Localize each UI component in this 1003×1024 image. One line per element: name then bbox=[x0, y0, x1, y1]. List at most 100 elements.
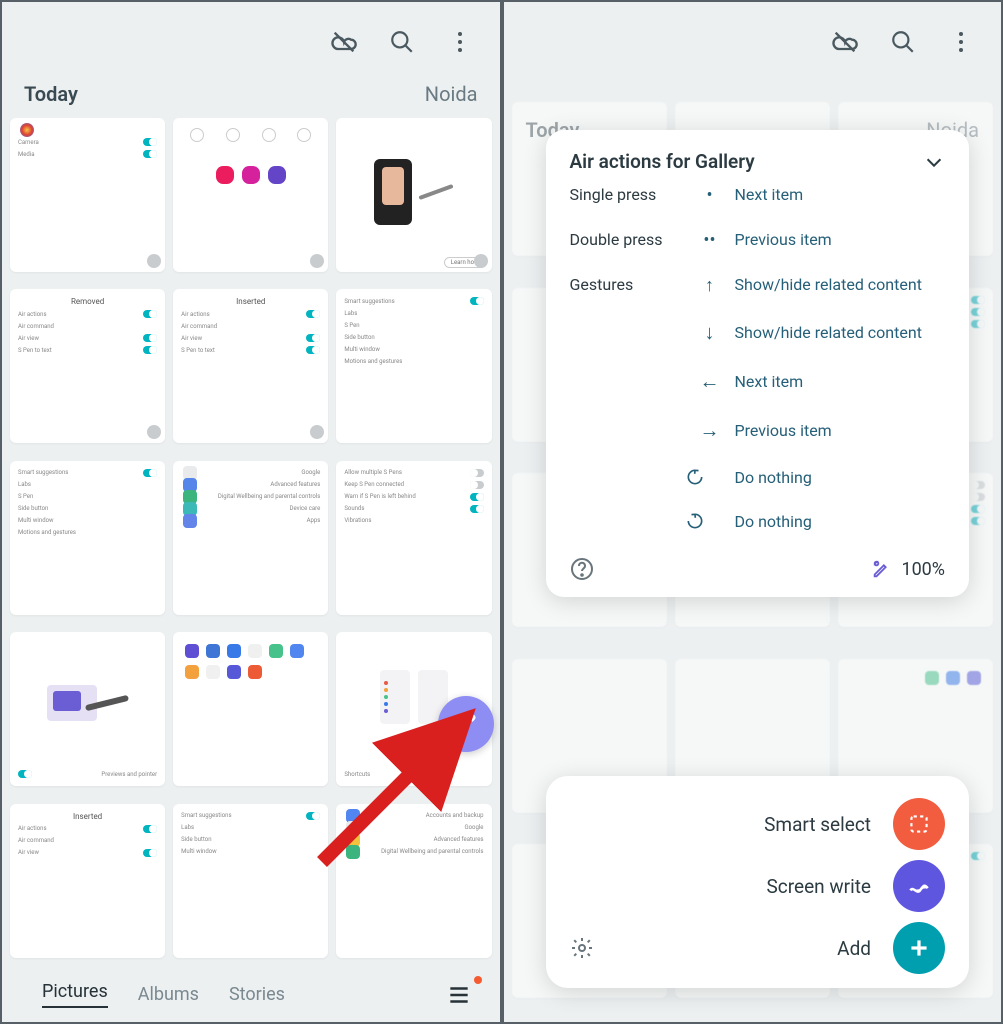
thumb-text: Sounds bbox=[344, 505, 364, 512]
thumb-text: Air actions bbox=[18, 825, 47, 832]
gallery-screen-left: Today Noida Camera Media bbox=[0, 0, 502, 1024]
thumb-text: Google bbox=[301, 469, 320, 476]
air-row-gesture-right[interactable]: → Previous item bbox=[570, 406, 946, 455]
thumb-text: Allow multiple S Pens bbox=[344, 469, 402, 476]
air-row-gesture-left[interactable]: ← Next item bbox=[570, 357, 946, 406]
cmd-add[interactable]: Add bbox=[837, 922, 945, 974]
thumb-text: Labs bbox=[344, 310, 357, 317]
thumb-text: Side button bbox=[181, 836, 211, 843]
thumb-text: Motions and gestures bbox=[344, 358, 402, 365]
notification-dot bbox=[474, 976, 482, 984]
tab-albums[interactable]: Albums bbox=[138, 984, 199, 1005]
thumb-text: Digital Wellbeing and parental controls bbox=[381, 848, 483, 855]
thumb[interactable]: Google Advanced features Digital Wellbei… bbox=[173, 461, 328, 615]
thumb[interactable]: Removed Air actions Air command Air view… bbox=[10, 289, 165, 443]
thumb[interactable]: Smart suggestions Labs S Pen Side button… bbox=[336, 289, 491, 443]
air-action: Do nothing bbox=[735, 468, 946, 487]
thumb-text: Smart suggestions bbox=[181, 812, 231, 819]
date-row: Today Noida bbox=[2, 72, 500, 118]
thumb-text: Standard bbox=[402, 759, 426, 766]
thumb-text: Air actions bbox=[18, 311, 47, 318]
battery-percent: 100% bbox=[901, 559, 945, 580]
thumb-text: Side button bbox=[344, 334, 374, 341]
thumb[interactable]: Smart suggestions Labs Side button Multi… bbox=[173, 804, 328, 958]
tab-pictures[interactable]: Pictures bbox=[42, 981, 108, 1008]
cmd-label: Smart select bbox=[764, 813, 871, 836]
cmd-label: Screen write bbox=[767, 875, 871, 898]
cmd-label: Add bbox=[837, 937, 871, 960]
chevron-down-icon[interactable] bbox=[923, 151, 945, 173]
thumb-text: Removed bbox=[16, 295, 159, 308]
thumb-text: Google bbox=[465, 824, 484, 831]
thumb[interactable]: Inserted Air actions Air command Air vie… bbox=[173, 289, 328, 443]
thumb-text: Air view bbox=[181, 335, 202, 342]
cloud-off-icon[interactable] bbox=[330, 28, 358, 56]
thumb[interactable] bbox=[173, 118, 328, 272]
thumb-text: Air view bbox=[18, 335, 39, 342]
air-row-single-press[interactable]: Single press • Next item bbox=[570, 173, 946, 218]
air-row-gesture-ccw[interactable]: Do nothing bbox=[570, 455, 946, 499]
thumb-text: Digital Wellbeing and parental controls bbox=[218, 493, 320, 500]
thumb[interactable]: Allow multiple S Pens Keep S Pen connect… bbox=[336, 461, 491, 615]
air-panel-title: Air actions for Gallery bbox=[570, 150, 755, 173]
air-action: Show/hide related content bbox=[735, 323, 946, 342]
cmd-smart-select[interactable]: Smart select bbox=[570, 798, 946, 850]
search-icon[interactable] bbox=[889, 28, 917, 56]
thumb-text: Air command bbox=[181, 323, 217, 330]
air-action: Do nothing bbox=[735, 512, 946, 531]
location-label: Noida bbox=[425, 82, 478, 106]
thumb-text: Warn if S Pen is left behind bbox=[344, 493, 415, 500]
air-row-double-press[interactable]: Double press •• Previous item bbox=[570, 218, 946, 263]
thumb[interactable]: Smart suggestions Labs S Pen Side button… bbox=[10, 461, 165, 615]
spen-battery: 100% bbox=[871, 558, 945, 580]
air-row-gesture-up[interactable]: Gestures ↑ Show/hide related content bbox=[570, 263, 946, 308]
spen-fab[interactable] bbox=[438, 696, 494, 752]
thumb[interactable]: Inserted Air actions Air command Air vie… bbox=[10, 804, 165, 958]
search-icon[interactable] bbox=[388, 28, 416, 56]
thumb-text: Media bbox=[18, 151, 35, 158]
air-label: Single press bbox=[570, 185, 685, 204]
thumb-text: Side button bbox=[18, 505, 48, 512]
more-icon[interactable] bbox=[446, 28, 474, 56]
thumb[interactable]: Previews and pointer bbox=[10, 632, 165, 786]
double-dot-icon: •• bbox=[685, 230, 735, 251]
rotate-ccw-icon bbox=[685, 467, 735, 487]
screen-write-icon bbox=[893, 860, 945, 912]
thumb-text: Accounts and backup bbox=[426, 812, 484, 819]
gear-icon[interactable] bbox=[570, 936, 594, 960]
thumb-text: Labs bbox=[18, 481, 31, 488]
air-action: Next item bbox=[735, 185, 946, 204]
thumb-text: Labs bbox=[181, 824, 194, 831]
thumb[interactable] bbox=[173, 632, 328, 786]
single-dot-icon: • bbox=[685, 185, 735, 206]
thumb-text: S Pen to text bbox=[181, 347, 215, 354]
thumb-text: Multi window bbox=[181, 848, 217, 855]
tab-stories[interactable]: Stories bbox=[229, 984, 285, 1005]
thumb[interactable]: Learn how bbox=[336, 118, 491, 272]
air-action: Next item bbox=[735, 372, 946, 391]
hamburger-icon[interactable] bbox=[446, 982, 472, 1008]
air-command-menu: Smart select Screen write Add bbox=[546, 776, 970, 988]
thumb-text: Motions and gestures bbox=[18, 529, 76, 536]
thumb[interactable]: Accounts and backup Google Advanced feat… bbox=[336, 804, 491, 958]
thumb-text: S Pen to text bbox=[18, 347, 52, 354]
thumb-text: Air command bbox=[18, 837, 54, 844]
help-icon[interactable] bbox=[570, 557, 594, 581]
air-row-gesture-cw[interactable]: Do nothing bbox=[570, 499, 946, 543]
air-row-gesture-down[interactable]: ↓ Show/hide related content bbox=[570, 308, 946, 357]
cloud-off-icon[interactable] bbox=[831, 28, 859, 56]
bottom-tabs: Pictures Albums Stories bbox=[2, 967, 500, 1022]
thumb-text: S Pen bbox=[18, 493, 33, 500]
thumb-text: Advanced features bbox=[270, 481, 320, 488]
thumb[interactable]: Camera Media bbox=[10, 118, 165, 272]
air-actions-panel: Air actions for Gallery Single press • N… bbox=[546, 130, 970, 597]
arrow-down-icon: ↓ bbox=[685, 320, 735, 345]
thumb-text: Inserted bbox=[179, 295, 322, 308]
cmd-screen-write[interactable]: Screen write bbox=[570, 860, 946, 912]
more-icon[interactable] bbox=[947, 28, 975, 56]
thumb-text: S Pen bbox=[344, 322, 359, 329]
thumb-text: Apps bbox=[307, 517, 321, 524]
thumb-text: Air actions bbox=[181, 311, 210, 318]
thumb-text: Device care bbox=[290, 505, 321, 512]
thumb-text: Vibrations bbox=[344, 517, 371, 524]
